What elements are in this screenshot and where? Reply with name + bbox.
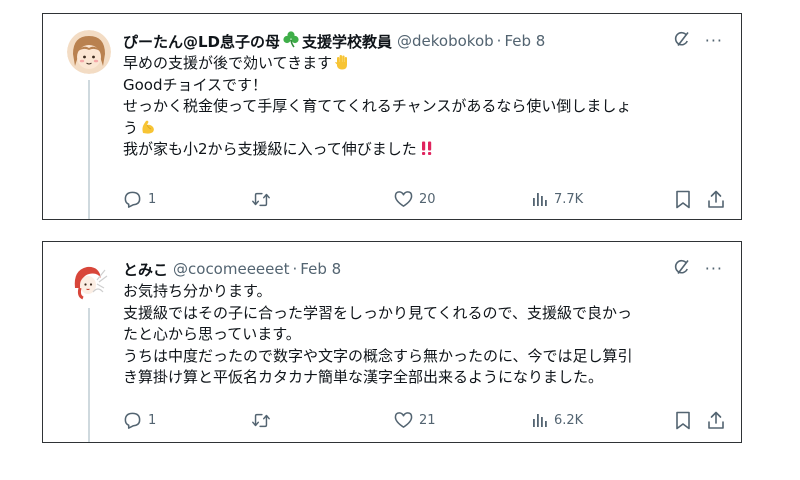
text-line: せっかく税金使って手厚く育ててくれるチャンスがあるなら使い倒しましょ: [123, 96, 727, 118]
post-text: お気持ち分かります。 支援級ではその子に合った学習をしっかり見てくれるので、支援…: [123, 281, 727, 389]
text-line-content: Goodチョイスです！: [123, 75, 268, 94]
bookmark-icon: [675, 411, 691, 430]
text-line: Goodチョイスです！: [123, 75, 727, 97]
action-bar: 1 21 6.2K: [123, 410, 727, 430]
like-button[interactable]: 20: [394, 189, 436, 209]
bookmark-button[interactable]: [675, 410, 691, 430]
separator-dot: ·: [496, 32, 502, 50]
post-date[interactable]: Feb 8: [504, 32, 545, 50]
user-handle[interactable]: @dekobokob: [397, 32, 494, 50]
heart-icon: [394, 190, 413, 208]
text-line: き算掛け算と平仮名カタカナ簡単な漢字全部出来るようになりました。: [123, 367, 727, 389]
text-line: 支援級ではその子に合った学習をしっかり見てくれるので、支援級で良かっ: [123, 303, 727, 325]
share-icon: [707, 411, 725, 430]
like-button[interactable]: 21: [394, 410, 436, 430]
post-content: ぴーたん@LD息子の母 支援学校教員 @dekobokob · Feb 8 ··…: [123, 30, 727, 161]
more-options-icon[interactable]: ···: [705, 261, 723, 277]
display-name[interactable]: とみこ: [123, 259, 168, 280]
thread-line: [88, 308, 90, 442]
flexed-biceps-emoji: [140, 119, 156, 135]
bookmark-icon: [675, 190, 691, 209]
separator-dot: ·: [292, 260, 298, 278]
reply-post-1[interactable]: ぴーたん@LD息子の母 支援学校教員 @dekobokob · Feb 8 ··…: [42, 13, 742, 220]
shamrock-emoji: [282, 30, 300, 52]
text-line: たと心から思っています。: [123, 324, 727, 346]
text-line-content: たと心から思っています。: [123, 325, 301, 343]
bookmark-button[interactable]: [675, 189, 691, 209]
avatar[interactable]: [67, 30, 111, 74]
share-button[interactable]: [707, 189, 725, 209]
thread-line: [88, 80, 90, 219]
header-icons: ···: [673, 30, 723, 52]
reply-count: 1: [148, 412, 157, 428]
retweet-button[interactable]: [251, 410, 277, 430]
post-content: とみこ @cocomeeeeet · Feb 8 ··· お気持ち分かります。 …: [123, 258, 727, 389]
view-count: 7.7K: [554, 191, 584, 207]
more-options-icon[interactable]: ···: [705, 33, 723, 49]
reply-button[interactable]: 1: [123, 410, 156, 430]
text-line-content: 我が家も小2から支援級に入って伸びました: [123, 140, 417, 158]
text-line-content: き算掛け算と平仮名カタカナ簡単な漢字全部出来るようになりました。: [123, 368, 604, 386]
reply-icon: [123, 190, 142, 209]
views-icon: [532, 412, 548, 428]
text-line-content: せっかく税金使って手厚く育ててくれるチャンスがあるなら使い倒しましょ: [123, 97, 632, 115]
share-button[interactable]: [707, 410, 725, 430]
text-line-content: う: [123, 118, 139, 137]
raised-hand-emoji: [334, 54, 350, 70]
retweet-icon: [251, 411, 271, 430]
text-line: 早めの支援が後で効いてきます: [123, 53, 727, 75]
views-button[interactable]: 6.2K: [532, 410, 583, 430]
retweet-icon: [251, 190, 271, 209]
post-text: 早めの支援が後で効いてきます Goodチョイスです！ せっかく税金使って手厚く育…: [123, 53, 727, 161]
text-line-content: 早めの支援が後で効いてきます: [123, 54, 333, 72]
view-count: 6.2K: [554, 412, 584, 428]
reply-count: 1: [148, 191, 157, 207]
double-exclamation-emoji: [419, 140, 435, 156]
text-line: うちは中度だったので数字や文字の概念すら無かったのに、今では足し算引: [123, 346, 727, 368]
text-line-content: お気持ち分かります。: [123, 282, 272, 300]
reply-button[interactable]: 1: [123, 189, 156, 209]
share-icon: [707, 190, 725, 209]
text-line: お気持ち分かります。: [123, 281, 727, 303]
header-icons: ···: [673, 258, 723, 280]
like-count: 20: [419, 191, 436, 207]
reply-icon: [123, 411, 142, 430]
display-name[interactable]: ぴーたん@LD息子の母: [123, 31, 280, 52]
text-line-content: うちは中度だったので数字や文字の概念すら無かったのに、今では足し算引: [123, 346, 633, 365]
retweet-button[interactable]: [251, 189, 277, 209]
reply-post-2[interactable]: とみこ @cocomeeeeet · Feb 8 ··· お気持ち分かります。 …: [42, 241, 742, 443]
text-line: 我が家も小2から支援級に入って伸びました: [123, 139, 727, 161]
grok-icon[interactable]: [673, 30, 691, 52]
views-icon: [532, 191, 548, 207]
user-handle[interactable]: @cocomeeeeet: [173, 260, 289, 278]
heart-icon: [394, 411, 413, 429]
views-button[interactable]: 7.7K: [532, 189, 583, 209]
grok-icon[interactable]: [673, 258, 691, 280]
post-header: ぴーたん@LD息子の母 支援学校教員 @dekobokob · Feb 8: [123, 30, 727, 52]
text-line-content: 支援級ではその子に合った学習をしっかり見てくれるので、支援級で良かっ: [123, 303, 632, 322]
post-header: とみこ @cocomeeeeet · Feb 8: [123, 258, 727, 280]
post-date[interactable]: Feb 8: [300, 260, 341, 278]
like-count: 21: [419, 412, 436, 428]
action-bar: 1 20 7.7K: [123, 189, 727, 209]
display-name-suffix[interactable]: 支援学校教員: [302, 31, 392, 52]
avatar[interactable]: [67, 258, 111, 302]
text-line: う: [123, 118, 727, 140]
